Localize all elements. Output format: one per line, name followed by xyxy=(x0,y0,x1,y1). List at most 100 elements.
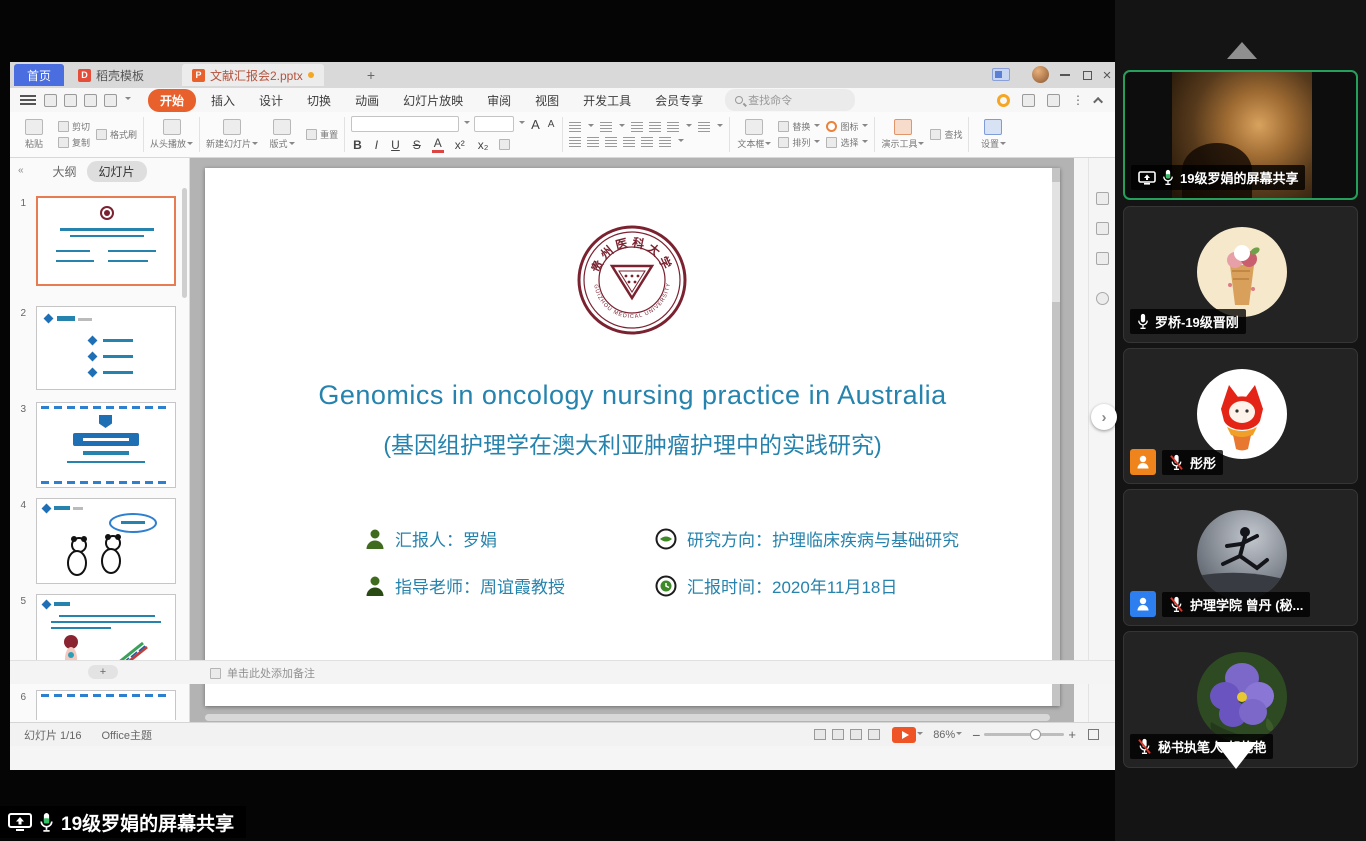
menu-tab-design[interactable]: 设计 xyxy=(250,90,292,111)
line-spacing-icon[interactable] xyxy=(667,122,679,132)
align-center-icon[interactable] xyxy=(587,137,599,147)
command-search[interactable]: 查找命令 xyxy=(725,89,855,111)
zoom-level[interactable]: 86% xyxy=(933,729,955,741)
menu-tab-developer[interactable]: 开发工具 xyxy=(574,90,640,111)
cut-button[interactable]: 剪切 xyxy=(58,120,90,133)
share-doc-icon[interactable] xyxy=(1022,94,1035,107)
replace-button[interactable]: 替换 xyxy=(778,120,820,133)
sidebar-collapse-handle[interactable]: › xyxy=(1091,404,1117,430)
help-icon[interactable] xyxy=(1096,292,1109,305)
underline-button[interactable]: U xyxy=(389,138,402,152)
slide-thumbnail-4[interactable] xyxy=(36,498,176,584)
tab-home[interactable]: 首页 xyxy=(14,64,64,86)
bold-button[interactable]: B xyxy=(351,138,364,152)
align-left-icon[interactable] xyxy=(569,137,581,147)
print-icon[interactable] xyxy=(64,94,77,107)
distribute-icon[interactable] xyxy=(641,137,653,147)
scroll-up-icon[interactable] xyxy=(1227,42,1257,59)
grow-font-button[interactable]: A xyxy=(529,117,542,132)
tab-slides[interactable]: 幻灯片 xyxy=(87,161,147,182)
menu-tab-home[interactable]: 开始 xyxy=(148,89,196,112)
zoom-slider[interactable] xyxy=(984,733,1064,736)
italic-button[interactable]: I xyxy=(373,138,380,152)
indent-icon[interactable] xyxy=(649,122,661,132)
reset-button[interactable]: 重置 xyxy=(306,128,338,141)
menu-tab-insert[interactable]: 插入 xyxy=(202,90,244,111)
vertical-scrollbar-thumb[interactable] xyxy=(1052,182,1060,302)
align-right-icon[interactable] xyxy=(605,137,617,147)
main-menu-icon[interactable] xyxy=(20,95,36,105)
format-painter-button[interactable]: 格式刷 xyxy=(96,128,137,141)
menu-tab-animation[interactable]: 动画 xyxy=(346,90,388,111)
numbering-icon[interactable] xyxy=(600,122,612,132)
menu-tab-review[interactable]: 审阅 xyxy=(478,90,520,111)
participant-tile-3[interactable]: 彤彤 xyxy=(1123,348,1358,484)
zoom-in-button[interactable]: + xyxy=(1068,727,1076,742)
slide-layout-button[interactable]: 版式 xyxy=(264,119,300,150)
add-slide-button[interactable]: + xyxy=(88,665,118,679)
save-icon[interactable] xyxy=(44,94,57,107)
participant-tile-4[interactable]: 护理学院 曾丹 (秘... xyxy=(1123,489,1358,626)
arrange-button[interactable]: 排列 xyxy=(778,136,820,149)
sorter-view-icon[interactable] xyxy=(850,729,862,740)
collaborate-icon[interactable] xyxy=(1047,94,1060,107)
slide-thumbnail-2[interactable] xyxy=(36,306,176,390)
text-direction-icon[interactable] xyxy=(698,122,710,132)
slide-thumbnail-3[interactable] xyxy=(36,402,176,488)
menu-tab-transition[interactable]: 切换 xyxy=(298,90,340,111)
shrink-font-button[interactable]: A xyxy=(546,119,557,130)
font-size-input[interactable] xyxy=(474,116,514,132)
columns-icon[interactable] xyxy=(659,137,671,147)
slide-thumbnail-6[interactable] xyxy=(36,690,176,720)
zoom-caret-icon[interactable] xyxy=(956,732,962,738)
collapse-panel-icon[interactable]: « xyxy=(18,165,28,175)
outdent-icon[interactable] xyxy=(631,122,643,132)
font-color-button[interactable]: A xyxy=(432,136,444,153)
play-options-caret-icon[interactable] xyxy=(917,732,923,738)
current-slide[interactable]: 贵州医科大学 GUIZHOU MEDICAL UNIVERSITY Genomi… xyxy=(205,168,1060,706)
copy-button[interactable]: 复制 xyxy=(58,136,90,149)
undo-icon[interactable] xyxy=(84,94,97,107)
member-center-icon[interactable] xyxy=(997,94,1010,107)
font-family-input[interactable] xyxy=(351,116,459,132)
settings-button[interactable]: 设置 xyxy=(975,119,1011,150)
subscript-button[interactable]: x₂ xyxy=(476,138,491,152)
justify-icon[interactable] xyxy=(623,137,635,147)
zoom-slider-handle[interactable] xyxy=(1030,729,1041,740)
strike-button[interactable]: S xyxy=(411,138,423,152)
present-tools-button[interactable]: 演示工具 xyxy=(881,119,924,150)
collapse-ribbon-icon[interactable] xyxy=(1093,96,1103,106)
find-button[interactable]: 查找 xyxy=(930,128,962,141)
slide-thumbnail-1[interactable] xyxy=(36,196,176,286)
zoom-out-button[interactable]: − xyxy=(972,727,980,743)
vertical-scrollbar[interactable] xyxy=(1052,168,1060,706)
layout-switch-icon[interactable] xyxy=(992,68,1010,81)
notes-bar[interactable]: 单击此处添加备注 xyxy=(210,665,315,681)
textbox-button[interactable]: 文本框 xyxy=(736,119,772,150)
superscript-button[interactable]: x² xyxy=(453,138,467,152)
icon-library-button[interactable]: 图标 xyxy=(826,120,868,133)
menu-tab-view[interactable]: 视图 xyxy=(526,90,568,111)
horizontal-scrollbar[interactable] xyxy=(205,714,1050,721)
normal-view-icon[interactable] xyxy=(814,729,826,740)
menu-tab-member[interactable]: 会员专享 xyxy=(646,90,712,111)
new-tab-button[interactable]: + xyxy=(362,66,380,84)
properties-icon[interactable] xyxy=(1096,192,1109,205)
tab-template[interactable]: D 稻壳模板 xyxy=(68,64,154,86)
play-from-start-button[interactable]: 从头播放 xyxy=(150,119,193,150)
fullscreen-icon[interactable] xyxy=(1088,729,1099,740)
participant-tile-2[interactable]: 罗桥-19级晋刚 xyxy=(1123,206,1358,343)
more-menu-icon[interactable]: ⋮ xyxy=(1072,93,1084,107)
paste-button[interactable]: 粘贴 xyxy=(16,119,52,150)
bullets-icon[interactable] xyxy=(569,122,581,132)
reading-view-icon[interactable] xyxy=(868,729,880,740)
account-avatar[interactable] xyxy=(1032,66,1049,83)
highlight-icon[interactable] xyxy=(499,139,510,150)
new-slide-button[interactable]: 新建幻灯片 xyxy=(206,119,258,150)
animation-pane-icon[interactable] xyxy=(1096,222,1109,235)
menu-tab-slideshow[interactable]: 幻灯片放映 xyxy=(394,90,472,111)
select-button[interactable]: 选择 xyxy=(826,136,868,149)
panel-scrollbar[interactable] xyxy=(182,188,187,298)
tab-document[interactable]: P 文献汇报会2.pptx xyxy=(182,64,324,86)
selection-pane-icon[interactable] xyxy=(1096,252,1109,265)
